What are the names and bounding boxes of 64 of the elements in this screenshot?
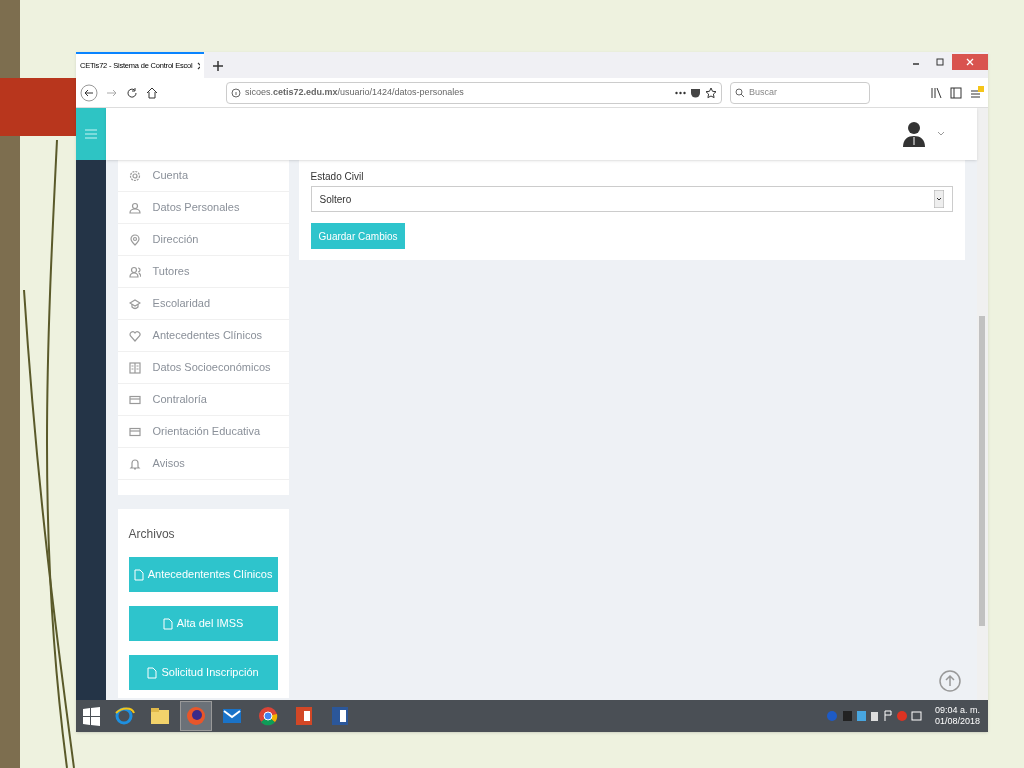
clock-time: 09:04 a. m. xyxy=(934,704,980,716)
field-label: Estado Civil xyxy=(310,172,365,182)
close-icon[interactable] xyxy=(196,62,200,70)
file-button[interactable]: Antecedententes Clínicos xyxy=(128,557,278,592)
info-icon xyxy=(231,87,241,98)
home-icon[interactable] xyxy=(146,86,158,99)
pocket-icon[interactable] xyxy=(690,87,701,98)
sidebar-icon[interactable] xyxy=(950,86,962,99)
scrollbar[interactable] xyxy=(976,108,988,700)
taskbar-button[interactable] xyxy=(180,701,212,731)
file-button[interactable]: Alta del IMSS xyxy=(128,606,278,641)
menu-item[interactable]: Dirección xyxy=(117,224,289,256)
chrome-icon xyxy=(257,705,279,727)
ie-icon xyxy=(113,705,135,727)
plus-icon[interactable] xyxy=(212,60,224,72)
clock-date: 01/08/2018 xyxy=(934,716,980,728)
save-button[interactable]: Guardar Cambios xyxy=(310,223,406,249)
card-icon xyxy=(128,393,141,406)
avatar-icon[interactable] xyxy=(902,121,925,147)
document-icon xyxy=(329,705,351,727)
menu-item[interactable]: Antecedentes Clínicos xyxy=(117,320,289,352)
search-field[interactable]: Buscar xyxy=(730,81,870,104)
more-icon[interactable] xyxy=(675,90,686,95)
person-icon xyxy=(128,201,141,214)
select-value: Soltero xyxy=(319,192,352,207)
library-icon[interactable] xyxy=(930,86,942,99)
heart-icon xyxy=(128,329,141,342)
menu-item[interactable]: Avisos xyxy=(117,448,289,480)
star-icon[interactable] xyxy=(705,86,717,99)
file-icon xyxy=(133,568,144,581)
menu-item[interactable]: Cuenta xyxy=(117,160,289,192)
firefox-icon xyxy=(185,705,207,727)
search-icon xyxy=(735,87,745,98)
select-field[interactable]: Soltero xyxy=(310,186,953,212)
card-title: Archivos xyxy=(128,526,176,543)
folder-icon xyxy=(149,705,171,727)
book-icon xyxy=(128,361,141,374)
address-bar[interactable]: sicoes.cetis72.edu.mx/usuario/1424/datos-personales xyxy=(226,81,722,104)
back-icon[interactable] xyxy=(80,83,98,102)
bell-icon xyxy=(128,457,141,470)
location-icon xyxy=(128,233,141,246)
menu-icon xyxy=(84,129,97,139)
windows-icon[interactable] xyxy=(80,705,102,727)
file-icon xyxy=(147,666,158,679)
reload-icon[interactable] xyxy=(126,86,138,99)
graduation-cap-icon xyxy=(128,297,141,310)
menu-toggle[interactable] xyxy=(76,108,106,160)
search-input[interactable]: Buscar xyxy=(749,85,859,100)
dropdown-icon xyxy=(933,190,944,208)
menu-item[interactable]: Tutores xyxy=(117,256,289,288)
menu-item[interactable]: Datos Personales xyxy=(117,192,289,224)
file-icon xyxy=(162,617,173,630)
file-button[interactable]: Solicitud Inscripción xyxy=(128,655,278,690)
menu-item[interactable]: Escolaridad xyxy=(117,288,289,320)
people-icon xyxy=(128,265,141,278)
gear-icon xyxy=(128,169,141,182)
card-icon xyxy=(128,425,141,438)
menu-item[interactable]: Datos Socioeconómicos xyxy=(117,352,289,384)
menu-icon[interactable] xyxy=(970,85,984,100)
url-text: sicoes.cetis72.edu.mx/usuario/1424/datos-personales xyxy=(245,85,464,99)
presentation-icon xyxy=(293,705,315,727)
menu-item[interactable]: Contraloría xyxy=(117,384,289,416)
caret-icon[interactable] xyxy=(936,131,945,137)
menu-item[interactable]: Orientación Educativa xyxy=(117,416,289,448)
